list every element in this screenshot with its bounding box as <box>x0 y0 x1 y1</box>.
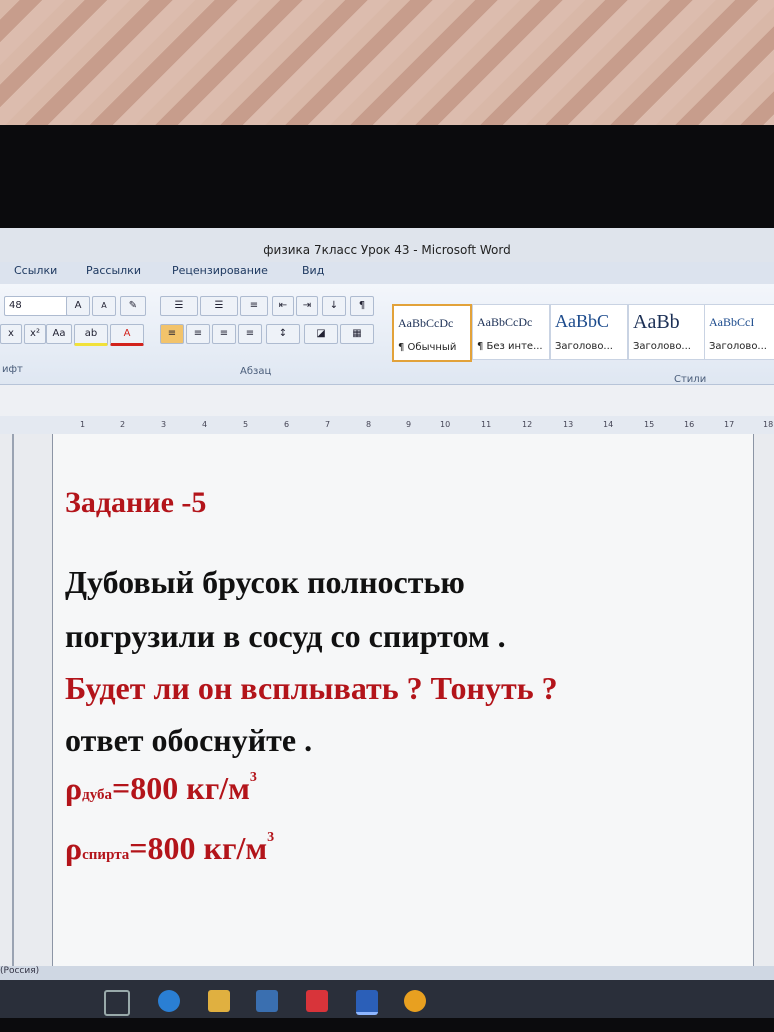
font-size-value: 48 <box>9 300 22 311</box>
ruler-mark: 10 <box>440 420 451 429</box>
rho-symbol: ρ <box>65 830 83 866</box>
style-heading-1[interactable]: AaBbC Заголово... <box>550 304 628 360</box>
ribbon: 48 A A ✎ x x² Aa ab A ифт ☰ ☰ ≡ ⇤ ⇥ ↓ ¶ … <box>0 284 774 385</box>
document-page[interactable]: Задание -5 Дубовый брусок полностью погр… <box>52 434 754 966</box>
yandex-browser-icon[interactable] <box>404 990 426 1012</box>
shrink-font-button[interactable]: A <box>92 296 116 316</box>
style-sample: AaBbC <box>555 311 609 331</box>
yandex-app-icon[interactable] <box>306 990 328 1012</box>
alcohol-value: =800 кг/м <box>129 830 268 866</box>
text-line-3: Будет ли он всплывать ? Тонуть ? <box>65 670 558 706</box>
style-heading-3[interactable]: AaBbCcI Заголово... <box>704 304 774 360</box>
line-spacing-icon[interactable]: ↕ <box>266 324 300 344</box>
multilevel-list-icon[interactable]: ≡ <box>240 296 268 316</box>
style-no-spacing[interactable]: AaBbCcDc ¶ Без инте... <box>472 304 550 360</box>
pilcrow-icon[interactable]: ¶ <box>350 296 374 316</box>
style-name: Заголово... <box>633 341 691 352</box>
numbering-icon[interactable]: ☰ <box>200 296 238 316</box>
background-wall <box>0 0 774 140</box>
ruler-mark: 2 <box>120 420 126 429</box>
ruler-mark: 7 <box>325 420 331 429</box>
ruler-mark: 12 <box>522 420 533 429</box>
ruler-mark: 9 <box>406 420 412 429</box>
sort-icon[interactable]: ↓ <box>322 296 346 316</box>
paragraph-group-label: Абзац <box>240 366 272 377</box>
tab-references[interactable]: Ссылки <box>14 264 57 277</box>
font-size-box[interactable]: 48 <box>4 296 68 316</box>
edge-icon[interactable] <box>158 990 180 1012</box>
style-sample: AaBbCcDc <box>477 315 533 329</box>
word-window: физика 7класс Урок 43 - Microsoft Word С… <box>0 228 774 1018</box>
clear-format-icon[interactable]: ✎ <box>120 296 146 316</box>
justify-icon[interactable]: ≡ <box>238 324 262 344</box>
decrease-indent-icon[interactable]: ⇤ <box>272 296 294 316</box>
rho-symbol: ρ <box>65 770 83 806</box>
style-name: Заголово... <box>555 341 613 352</box>
text-line-2: погрузили в сосуд со спиртом . <box>65 618 506 654</box>
ruler-mark: 1 <box>80 420 86 429</box>
tab-view[interactable]: Вид <box>302 264 324 277</box>
window-title: физика 7класс Урок 43 - Microsoft Word <box>263 243 511 257</box>
align-left-icon[interactable]: ≡ <box>160 324 184 344</box>
style-sample: AaBbCcI <box>709 315 755 329</box>
file-explorer-icon[interactable] <box>208 990 230 1012</box>
increase-indent-icon[interactable]: ⇥ <box>296 296 318 316</box>
tab-mailings[interactable]: Рассылки <box>86 264 141 277</box>
ruler-mark: 4 <box>202 420 208 429</box>
oak-exponent: 3 <box>249 770 257 785</box>
oak-value: =800 кг/м <box>112 770 250 806</box>
style-name: Заголово... <box>709 341 767 352</box>
bullets-icon[interactable]: ☰ <box>160 296 198 316</box>
ruler-mark: 11 <box>481 420 492 429</box>
style-name: ¶ Без инте... <box>477 341 543 352</box>
style-sample: AaBb <box>633 311 680 333</box>
tab-review[interactable]: Рецензирование <box>172 264 268 277</box>
ruler-mark: 5 <box>243 420 249 429</box>
subscript-button[interactable]: x <box>0 324 22 344</box>
alcohol-exponent: 3 <box>267 830 275 845</box>
word-taskbar-icon[interactable] <box>356 990 378 1015</box>
oak-subscript: дуба <box>82 787 113 803</box>
task-heading: Задание -5 <box>65 486 207 519</box>
document-area: Задание -5 Дубовый брусок полностью погр… <box>0 434 774 966</box>
superscript-button[interactable]: x² <box>24 324 46 344</box>
ruler-mark: 15 <box>644 420 655 429</box>
shading-icon[interactable]: ◪ <box>304 324 338 344</box>
align-center-icon[interactable]: ≡ <box>186 324 210 344</box>
ruler-mark: 17 <box>724 420 735 429</box>
font-color-button[interactable]: A <box>110 324 144 346</box>
text-line-4: ответ обоснуйте . <box>65 722 313 758</box>
ribbon-tabs: Ссылки Рассылки Рецензирование Вид <box>0 262 774 284</box>
text-line-1: Дубовый брусок полностью <box>65 564 465 600</box>
ruler-mark: 8 <box>366 420 372 429</box>
change-case-button[interactable]: Aa <box>46 324 72 344</box>
highlight-button[interactable]: ab <box>74 324 108 346</box>
ruler-mark: 14 <box>603 420 614 429</box>
ruler-mark: 13 <box>563 420 574 429</box>
align-right-icon[interactable]: ≡ <box>212 324 236 344</box>
language-indicator[interactable]: (Россия) <box>0 966 39 976</box>
taskbar <box>0 980 774 1018</box>
style-name: ¶ Обычный <box>398 342 457 353</box>
task-view-icon[interactable] <box>104 990 130 1016</box>
title-bar: физика 7класс Урок 43 - Microsoft Word <box>0 228 774 262</box>
density-alcohol-line: ρспирта=800 кг/м3 <box>65 830 274 867</box>
horizontal-ruler[interactable]: 1 2 3 4 5 6 7 8 9 10 11 12 13 14 15 16 1… <box>0 416 774 435</box>
styles-group-label: Стили <box>674 374 707 385</box>
ruler-mark: 3 <box>161 420 167 429</box>
store-icon[interactable] <box>256 990 278 1012</box>
ruler-mark: 6 <box>284 420 290 429</box>
ruler-mark: 16 <box>684 420 695 429</box>
status-bar: (Россия) <box>0 966 774 980</box>
left-margin-line <box>12 434 14 966</box>
grow-font-button[interactable]: A <box>66 296 90 316</box>
density-oak-line: ρдуба=800 кг/м3 <box>65 770 257 807</box>
font-group-label: ифт <box>2 364 23 375</box>
ruler-mark: 18 <box>763 420 774 429</box>
style-sample: AaBbCcDc <box>398 316 454 330</box>
style-normal[interactable]: AaBbCcDc ¶ Обычный <box>392 304 472 362</box>
borders-icon[interactable]: ▦ <box>340 324 374 344</box>
alcohol-subscript: спирта <box>82 847 130 863</box>
style-heading-2[interactable]: AaBb Заголово... <box>628 304 706 360</box>
